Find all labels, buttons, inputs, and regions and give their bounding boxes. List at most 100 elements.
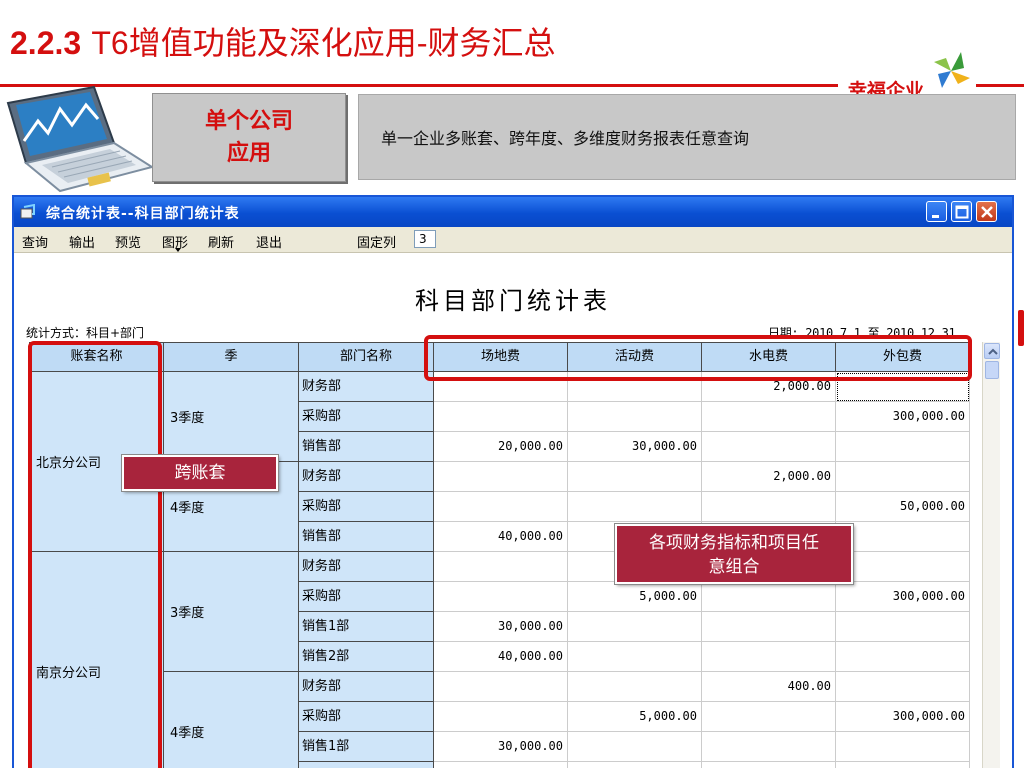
value-cell[interactable] [568,672,702,702]
department-cell[interactable]: 采购部 [299,582,434,612]
menu-export[interactable]: 输出 [69,232,95,251]
menu-refresh[interactable]: 刷新 [208,232,234,251]
cross-account-callout: 跨账套 [122,455,278,491]
value-cell[interactable]: 300,000.00 [836,402,970,432]
value-cell[interactable] [702,492,836,522]
value-cell[interactable]: 40,000.00 [434,522,568,552]
menu-exit[interactable]: 退出 [256,232,282,251]
department-cell[interactable]: 财务部 [299,462,434,492]
report-title: 科目部门统计表 [415,287,611,315]
value-cell[interactable]: 30,000.00 [568,432,702,462]
department-cell[interactable]: 销售部 [299,432,434,462]
scroll-thumb[interactable] [985,361,999,379]
department-cell[interactable]: 销售2部 [299,642,434,672]
value-cell[interactable] [702,732,836,762]
value-cell[interactable] [836,732,970,762]
value-cell[interactable]: 20,000.00 [434,432,568,462]
value-cell[interactable] [434,582,568,612]
season-cell[interactable]: 4季度 [164,672,299,768]
window-titlebar[interactable]: 综合统计表--科目部门统计表 [14,197,1012,227]
menu-preview[interactable]: 预览 [115,232,141,251]
value-cell[interactable] [836,762,970,768]
header-department[interactable]: 部门名称 [299,342,434,372]
statistic-method: 统计方式：科目+部门 [26,326,145,340]
department-cell[interactable]: 采购部 [299,402,434,432]
value-cell[interactable] [836,432,970,462]
value-cell[interactable] [568,402,702,432]
value-cell[interactable] [434,492,568,522]
season-cell[interactable]: 3季度 [164,372,299,462]
value-cell[interactable]: 50,000.00 [836,492,970,522]
feature-description-text: 单一企业多账套、跨年度、多维度财务报表任意查询 [381,129,750,148]
value-cell[interactable]: 300,000.00 [836,582,970,612]
value-cell[interactable] [568,732,702,762]
window-title: 综合统计表--科目部门统计表 [46,206,240,222]
value-cell[interactable] [702,702,836,732]
laptop-chart-icon [6,85,154,193]
value-cell[interactable] [836,672,970,702]
value-cell[interactable] [434,702,568,732]
value-cell[interactable] [836,642,970,672]
value-cell[interactable] [702,612,836,642]
season-cell[interactable]: 3季度 [164,552,299,672]
department-cell[interactable]: 财务部 [299,672,434,702]
slide-title-product: T6 [91,25,129,61]
department-cell[interactable]: 财务部 [299,552,434,582]
value-cell[interactable] [434,552,568,582]
department-cell[interactable]: 采购部 [299,702,434,732]
department-cell[interactable]: 销售1部 [299,732,434,762]
value-cell[interactable]: 2,000.00 [702,462,836,492]
app-icon [20,204,35,219]
brand-logo: 幸福企业 [838,52,976,102]
vertical-scrollbar[interactable] [982,342,1000,768]
value-cell[interactable]: 5,000.00 [568,702,702,732]
slide-title: 2.2.3 T6增值功能及深化应用-财务汇总 [10,18,556,64]
maximize-button[interactable] [951,201,972,222]
value-cell[interactable]: 400.00 [702,672,836,702]
value-cell[interactable] [702,582,836,612]
value-cell[interactable] [568,492,702,522]
value-cell[interactable] [702,642,836,672]
slide-title-number: 2.2.3 [10,25,82,61]
header-season[interactable]: 季 [164,342,299,372]
value-cell[interactable] [702,762,836,768]
value-cell[interactable] [702,432,836,462]
value-cell[interactable] [568,612,702,642]
value-cell[interactable] [836,522,970,552]
value-cell[interactable] [434,672,568,702]
value-cell[interactable] [836,612,970,642]
single-company-tag-text: 单个公司 应用 [204,108,293,166]
menu-query[interactable]: 查询 [22,232,48,251]
value-cell[interactable] [568,762,702,768]
department-cell[interactable]: 销售部 [299,522,434,552]
minimize-button[interactable] [926,201,947,222]
value-cell[interactable] [836,462,970,492]
value-cell[interactable] [702,402,836,432]
value-cell[interactable]: 40,000.00 [434,642,568,672]
menu-chart[interactable]: 图形 [162,232,188,252]
department-cell[interactable]: 销售1部 [299,612,434,642]
feature-description: 单一企业多账套、跨年度、多维度财务报表任意查询 [358,94,1016,180]
department-cell[interactable]: 财务部 [299,372,434,402]
indicator-columns-highlight [424,335,972,381]
frozen-columns-input[interactable]: 3 [414,230,436,248]
value-cell[interactable] [568,642,702,672]
value-cell[interactable] [836,552,970,582]
value-cell[interactable]: 30,000.00 [434,612,568,642]
single-company-tag: 单个公司 应用 [152,93,346,182]
department-cell[interactable]: 采购部 [299,492,434,522]
value-cell[interactable]: 5,000.00 [568,582,702,612]
menu-bar: 查询 输出 预览 图形 刷新 退出 固定列 3 [14,227,1012,253]
close-button[interactable] [976,201,997,222]
value-cell[interactable]: 30,000.00 [434,732,568,762]
account-column-highlight [28,341,162,768]
scroll-up-arrow-icon[interactable] [984,343,1000,359]
value-cell[interactable] [434,462,568,492]
department-cell[interactable] [299,762,434,768]
slide-title-text: 增值功能及深化应用-财务汇总 [128,24,556,62]
value-cell[interactable]: 300,000.00 [836,702,970,732]
value-cell[interactable] [568,462,702,492]
value-cell[interactable] [434,762,568,768]
edge-marker [1018,310,1024,346]
value-cell[interactable] [434,402,568,432]
